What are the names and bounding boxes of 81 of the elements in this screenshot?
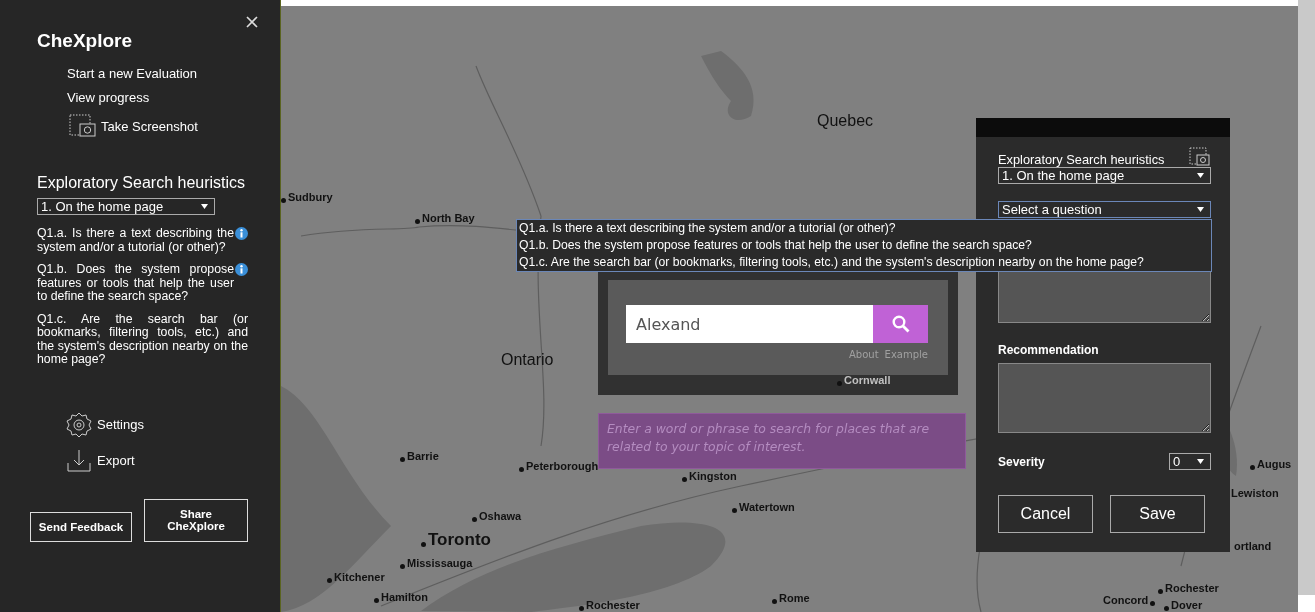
city-dot-icon bbox=[400, 457, 405, 462]
city-dot-icon bbox=[1250, 465, 1255, 470]
search-field[interactable]: Alexand bbox=[626, 305, 874, 343]
map-label: Cornwall bbox=[844, 373, 891, 386]
map-label: Peterborough bbox=[526, 459, 599, 472]
tool-item[interactable]: Export bbox=[65, 448, 248, 473]
menu-item[interactable]: Take Screenshot bbox=[67, 114, 248, 138]
recommendation-field[interactable] bbox=[998, 363, 1211, 433]
city-dot-icon bbox=[400, 564, 405, 569]
city-dot-icon bbox=[772, 599, 777, 604]
heuristics-title: Exploratory Search heuristics bbox=[37, 174, 247, 192]
city-dot-icon bbox=[1164, 606, 1169, 611]
caret-icon bbox=[1197, 207, 1204, 212]
caret-icon bbox=[201, 204, 208, 209]
menu-item[interactable]: Start a new Evaluation bbox=[67, 66, 248, 81]
map-label: Ontario bbox=[501, 351, 554, 369]
city-dot-icon bbox=[281, 198, 286, 203]
phase-select[interactable]: 1. On the home page bbox=[37, 198, 215, 215]
dropdown-option[interactable]: Q1.a. Is there a text describing the system and/or a tutorial (or other)? bbox=[519, 220, 1209, 237]
map-label: Watertown bbox=[739, 500, 795, 513]
caret-icon bbox=[1197, 173, 1204, 178]
map-label: Rochester bbox=[1165, 581, 1219, 594]
city-dot-icon bbox=[374, 598, 379, 603]
map-label: Toronto bbox=[428, 530, 491, 550]
map-label: Rochester bbox=[586, 598, 640, 611]
map-label: Rome bbox=[779, 591, 810, 604]
city-dot-icon bbox=[579, 606, 584, 611]
map-label: ortland bbox=[1234, 540, 1272, 552]
map-label: Kitchener bbox=[334, 570, 385, 583]
map-label: Lewiston bbox=[1231, 487, 1279, 499]
map-label: Dover bbox=[1171, 598, 1203, 611]
search-icon bbox=[891, 315, 910, 333]
dropdown-option[interactable]: Q1.c. Are the search bar (or bookmarks, filtering tools, etc.) and the system's description nearby on the home page? bbox=[519, 254, 1209, 271]
map-label: Mississauga bbox=[407, 556, 473, 569]
tool-item[interactable]: Settings bbox=[65, 410, 248, 439]
caret-icon bbox=[1197, 459, 1204, 464]
screenshot-icon[interactable] bbox=[1189, 147, 1211, 167]
map-label: North Bay bbox=[422, 211, 475, 224]
dropdown-option[interactable]: Q1.b. Does the system propose features or tools that help the user to define the search space? bbox=[519, 237, 1209, 254]
severity-label: Severity bbox=[998, 454, 1045, 469]
screenshot-icon bbox=[69, 114, 99, 138]
search-button[interactable] bbox=[873, 305, 928, 343]
city-dot-icon bbox=[421, 541, 426, 547]
panel-button[interactable]: Cancel bbox=[998, 495, 1093, 533]
info-icon[interactable] bbox=[235, 263, 248, 277]
panel-title: Exploratory Search heuristics bbox=[998, 152, 1165, 167]
menu-item[interactable]: View progress bbox=[67, 90, 248, 105]
city-dot-icon bbox=[732, 508, 737, 513]
info-icon[interactable] bbox=[235, 227, 248, 240]
scrollbar[interactable] bbox=[1298, 0, 1315, 595]
map-label: Quebec bbox=[817, 112, 874, 130]
question-text: Q1.c. Are the search bar (or bookmarks, filtering tools, etc.) and the system's description nearby on the home page? bbox=[37, 312, 248, 367]
sidebar-button[interactable]: Share CheXplore bbox=[144, 498, 248, 542]
map-label: Hamilton bbox=[381, 590, 429, 603]
city-dot-icon bbox=[682, 477, 687, 482]
city-dot-icon bbox=[1150, 601, 1156, 606]
map-label: Augus bbox=[1257, 457, 1292, 470]
app-title: CheXplore bbox=[37, 30, 134, 52]
severity-select[interactable]: 0 bbox=[1169, 453, 1211, 470]
map-label: Barrie bbox=[407, 449, 439, 462]
question-text: Q1.b. Does the system propose features or tools that help the user to define the search space? bbox=[37, 263, 234, 304]
map-label: Concord bbox=[1103, 593, 1149, 606]
panel-button[interactable]: Save bbox=[1110, 495, 1205, 533]
map-label: Oshawa bbox=[479, 509, 522, 522]
city-dot-icon bbox=[472, 517, 477, 522]
search-hint: Enter a word or phrase to search for places that are related to your topic of interest. bbox=[598, 413, 966, 469]
city-dot-icon bbox=[1158, 589, 1163, 594]
recommendation-label: Recommendation bbox=[998, 343, 1100, 357]
question-text: Q1.a. Is there a text describing the system and/or a tutorial (or other)? bbox=[37, 227, 234, 255]
question-select[interactable]: Select a question bbox=[998, 201, 1211, 218]
city-dot-icon bbox=[327, 578, 332, 583]
phase-select[interactable]: 1. On the home page bbox=[998, 167, 1211, 184]
city-dot-icon bbox=[837, 381, 842, 386]
sidebar-button[interactable]: Send Feedback bbox=[30, 511, 133, 542]
download-icon bbox=[65, 448, 93, 473]
map-label: Sudbury bbox=[288, 190, 333, 203]
city-dot-icon bbox=[519, 467, 524, 472]
close-icon[interactable] bbox=[246, 16, 258, 28]
city-dot-icon bbox=[415, 219, 420, 224]
map-label: Kingston bbox=[689, 469, 737, 482]
gear-icon bbox=[65, 410, 93, 439]
